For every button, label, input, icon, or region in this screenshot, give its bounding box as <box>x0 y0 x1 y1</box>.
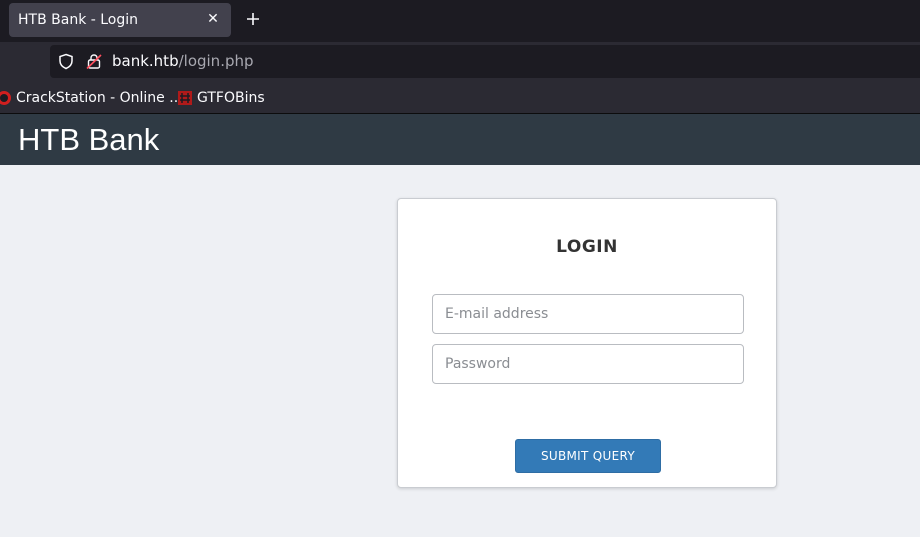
crackstation-icon <box>0 91 11 105</box>
tab-title: HTB Bank - Login <box>18 12 139 28</box>
url-host: bank.htb <box>112 52 179 70</box>
gtfobins-icon <box>178 91 192 105</box>
url-path: /login.php <box>178 52 254 70</box>
bookmarks-bar: CrackStation - Online ... GTFOBins <box>0 83 920 114</box>
bookmark-label: GTFOBins <box>197 90 265 106</box>
browser-tab-bar: HTB Bank - Login ✕ <box>0 0 920 42</box>
site-header: HTB Bank <box>0 114 920 165</box>
address-bar[interactable]: bank.htb/login.php <box>50 45 920 78</box>
bookmark-gtfobins[interactable]: GTFOBins <box>177 83 265 113</box>
email-field[interactable] <box>432 294 744 334</box>
browser-nav-bar: bank.htb/login.php <box>0 42 920 83</box>
url-text[interactable]: bank.htb/login.php <box>112 45 254 78</box>
submit-button[interactable]: SUBMIT QUERY <box>515 439 661 473</box>
site-title[interactable]: HTB Bank <box>18 123 159 157</box>
insecure-lock-icon[interactable] <box>86 53 102 70</box>
password-field[interactable] <box>432 344 744 384</box>
login-form: LOGIN SUBMIT QUERY <box>397 198 777 488</box>
plus-icon[interactable] <box>244 10 262 28</box>
bookmark-label: CrackStation - Online ... <box>16 90 183 106</box>
login-heading: LOGIN <box>556 237 618 257</box>
bookmark-crackstation[interactable]: CrackStation - Online ... <box>0 83 183 113</box>
close-icon[interactable]: ✕ <box>205 11 221 27</box>
browser-tab[interactable]: HTB Bank - Login ✕ <box>9 3 231 37</box>
shield-icon[interactable] <box>58 53 74 70</box>
